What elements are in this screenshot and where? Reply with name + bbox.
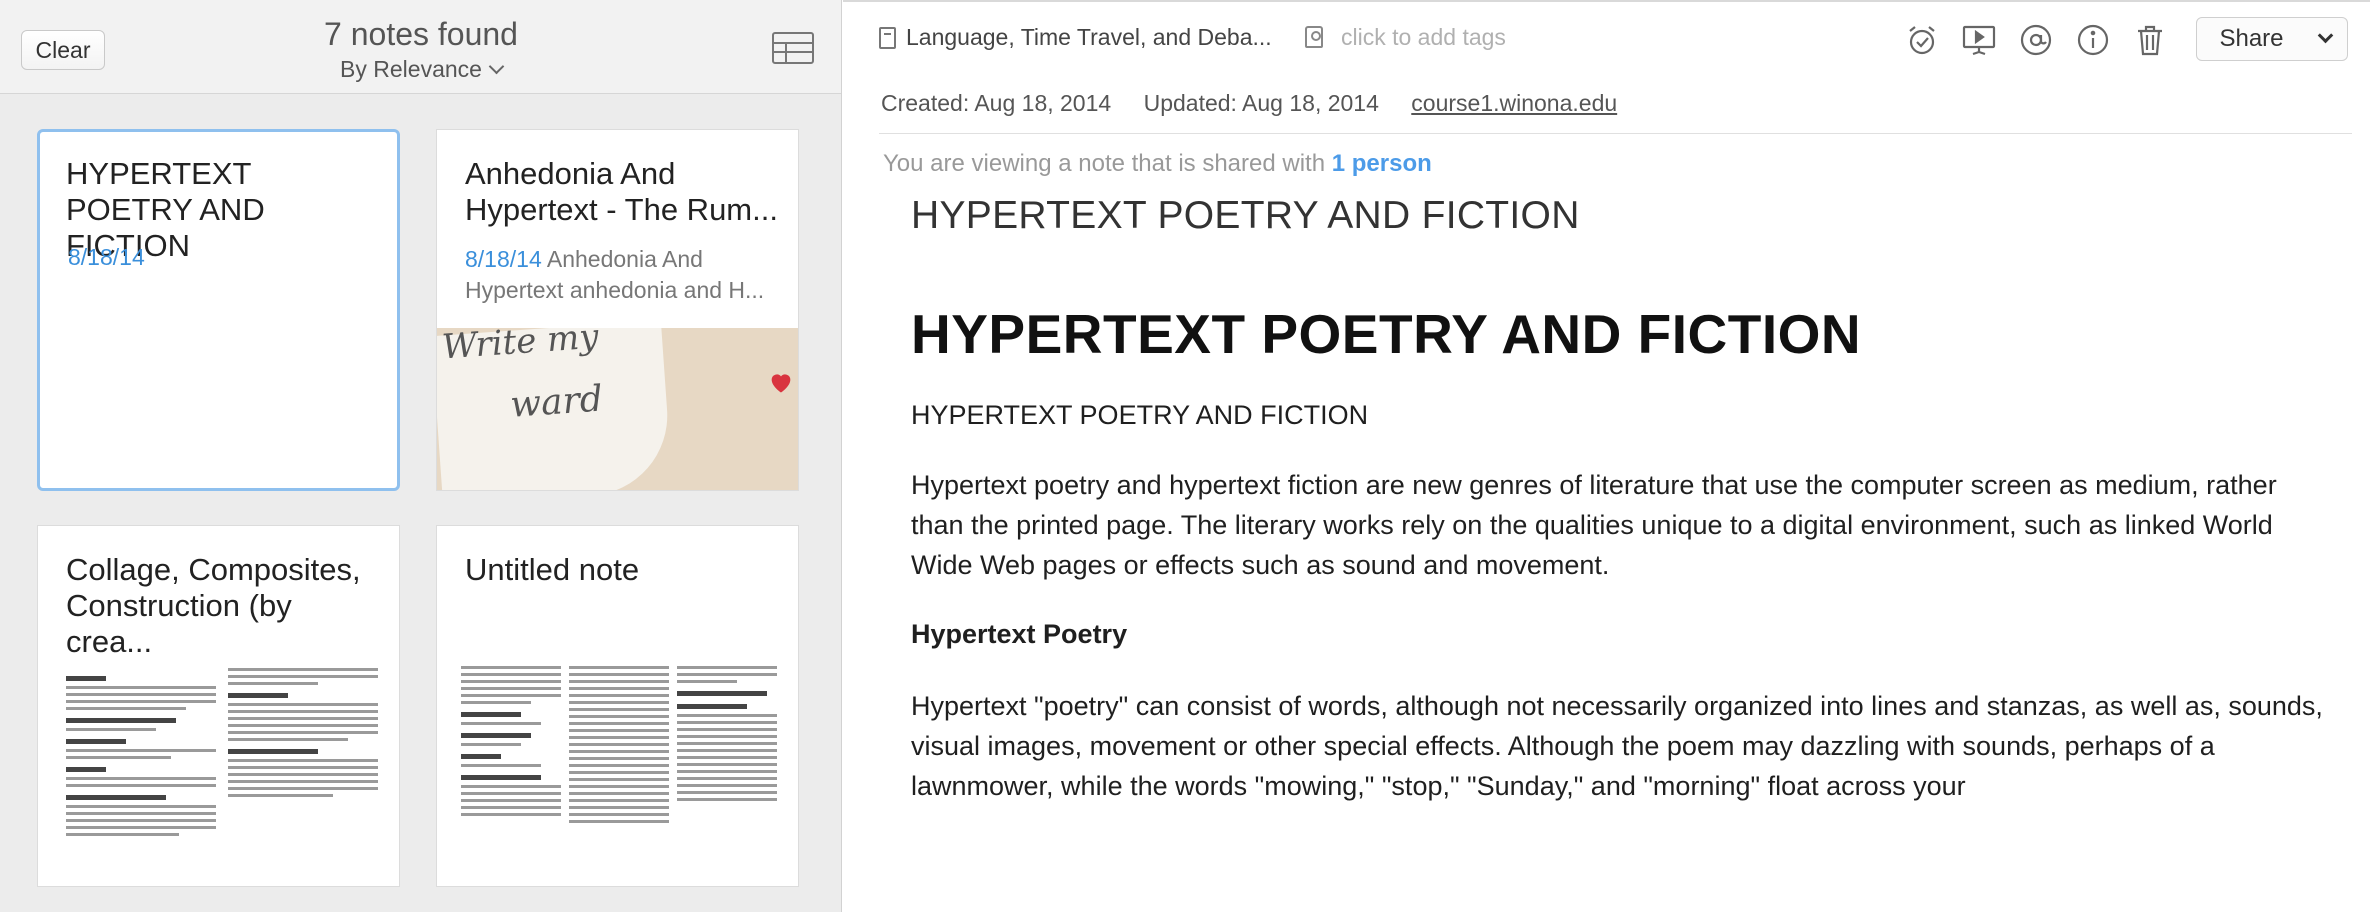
source-url-link[interactable]: course1.winona.edu (1411, 90, 1617, 116)
note-content[interactable]: HYPERTEXT POETRY AND FICTION HYPERTEXT P… (911, 194, 2331, 806)
handwritten-paper-image: Write my ward (437, 328, 673, 490)
shared-people-link[interactable]: 1 person (1332, 150, 1432, 177)
note-subheading: HYPERTEXT POETRY AND FICTION (911, 400, 1369, 430)
note-card-meta: 8/18/14 (68, 242, 383, 273)
note-card[interactable]: Collage, Composites, Construction (by cr… (37, 525, 400, 887)
note-heading: HYPERTEXT POETRY AND FICTION (911, 303, 1862, 365)
note-title[interactable]: HYPERTEXT POETRY AND FICTION (911, 194, 2331, 238)
share-button[interactable]: Share (2196, 17, 2307, 61)
reminder-icon[interactable] (1904, 22, 1940, 58)
handwriting-line-1: Write my (440, 328, 600, 368)
note-card-image: Write my ward (437, 328, 798, 490)
notebook-icon (879, 26, 896, 49)
chevron-down-icon (2317, 27, 2334, 44)
note-list-pane: Clear 7 notes found By Relevance HYPERTE… (0, 0, 842, 912)
shared-notice-text: You are viewing a note that is shared wi… (883, 150, 1332, 177)
tag-icon (1305, 26, 1323, 48)
view-options-icon[interactable] (772, 32, 814, 64)
note-cards-grid: HYPERTEXT POETRY AND FICTION 8/18/14 Anh… (0, 95, 841, 912)
sort-label: By Relevance (340, 56, 482, 82)
created-date: Created: Aug 18, 2014 (881, 90, 1112, 116)
share-options-button[interactable] (2306, 17, 2348, 61)
note-card[interactable]: Untitled note (436, 525, 799, 887)
note-card-date: 8/18/14 (465, 246, 542, 272)
notebook-selector[interactable]: Language, Time Travel, and Deba... (879, 24, 1272, 51)
results-count: 7 notes found (324, 16, 518, 52)
note-list-header: Clear 7 notes found By Relevance (0, 0, 841, 94)
sort-dropdown[interactable]: By Relevance (0, 56, 841, 83)
info-icon[interactable] (2075, 22, 2111, 58)
updated-date: Updated: Aug 18, 2014 (1143, 90, 1379, 116)
divider (879, 133, 2352, 134)
heart-icon (771, 374, 791, 393)
note-card-document-image (38, 656, 399, 886)
note-card-title: Untitled note (465, 552, 640, 587)
handwriting-line-2: ward (508, 378, 605, 426)
note-paragraph: Hypertext "poetry" can consist of words,… (911, 691, 2323, 801)
note-section-heading: Hypertext Poetry (911, 619, 1128, 649)
shared-notice: You are viewing a note that is shared wi… (883, 150, 1432, 178)
note-card-date: 8/18/14 (68, 244, 145, 270)
note-card-title: Collage, Composites, Construction (by cr… (66, 552, 361, 659)
note-card[interactable]: Anhedonia And Hypertext - The Rum... 8/1… (436, 129, 799, 491)
trash-icon[interactable] (2132, 22, 2168, 58)
note-editor-pane: Language, Time Travel, and Deba... click… (843, 0, 2370, 912)
note-paragraph: Hypertext poetry and hypertext fiction a… (911, 470, 2277, 580)
presentation-icon[interactable] (1961, 22, 1997, 58)
chevron-down-icon (488, 58, 505, 75)
mention-icon[interactable] (2018, 22, 2054, 58)
note-card-meta: 8/18/14 Anhedonia And Hypertext anhedoni… (465, 244, 784, 306)
note-card-document-image (437, 654, 798, 886)
notebook-name: Language, Time Travel, and Deba... (906, 24, 1272, 50)
tags-input[interactable]: click to add tags (1341, 24, 1506, 51)
note-metadata: Created: Aug 18, 2014 Updated: Aug 18, 2… (881, 90, 1643, 117)
note-card[interactable]: HYPERTEXT POETRY AND FICTION 8/18/14 (37, 129, 400, 491)
note-card-title: Anhedonia And Hypertext - The Rum... (465, 156, 778, 227)
